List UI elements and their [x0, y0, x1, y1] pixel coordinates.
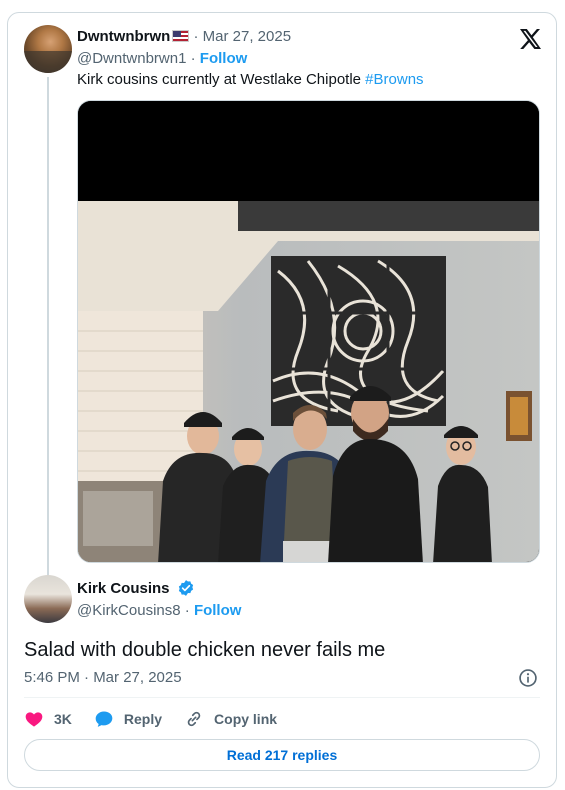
main-tweet-text: Salad with double chicken never fails me: [24, 639, 386, 661]
read-replies-label: Read 217 replies: [226, 747, 338, 763]
quoted-tweet-date[interactable]: · Mar 27, 2025: [194, 28, 292, 45]
verified-badge-icon: [178, 580, 193, 596]
tweet-actions-bar: 3K Reply Copy link: [24, 707, 299, 731]
main-user-avatar[interactable]: [24, 575, 72, 623]
actions-divider: [24, 697, 540, 698]
main-follow-link[interactable]: Follow: [194, 602, 242, 619]
like-button[interactable]: 3K: [24, 709, 72, 729]
separator-dot: ·: [184, 602, 190, 619]
reply-button[interactable]: Reply: [94, 709, 162, 729]
copy-link-label: Copy link: [214, 711, 278, 727]
thread-connector-line: [47, 77, 49, 577]
read-replies-button[interactable]: Read 217 replies: [24, 739, 540, 771]
copy-link-button[interactable]: Copy link: [184, 709, 277, 729]
main-name-row: Kirk Cousins: [77, 579, 195, 599]
quoted-tweet-text: Kirk cousins currently at Westlake Chipo…: [77, 70, 424, 90]
embedded-tweet-card: Dwntwnbrwn · Mar 27, 2025 @Dwntwnbrwn1 ·…: [7, 12, 557, 788]
quoted-user-avatar[interactable]: [24, 25, 72, 73]
main-display-name[interactable]: Kirk Cousins: [77, 580, 170, 597]
hashtag-link[interactable]: #Browns: [365, 71, 423, 88]
quoted-handle[interactable]: @Dwntwnbrwn1: [77, 50, 186, 67]
info-icon[interactable]: [518, 668, 538, 688]
heart-icon: [25, 712, 43, 727]
quoted-tweet-header: Dwntwnbrwn · Mar 27, 2025: [77, 27, 291, 47]
tweet-photo[interactable]: [77, 100, 540, 563]
us-flag-icon: [172, 30, 190, 42]
x-logo-icon[interactable]: [518, 27, 542, 51]
separator-dot: ·: [190, 50, 196, 67]
photo-image: [78, 101, 539, 562]
link-icon: [187, 711, 201, 727]
main-tweet-timestamp[interactable]: 5:46 PM · Mar 27, 2025: [24, 668, 182, 688]
reply-bubble-icon: [95, 711, 113, 727]
main-handle-row: @KirkCousins8 · Follow: [77, 601, 241, 621]
quoted-follow-link[interactable]: Follow: [200, 50, 248, 67]
reply-label: Reply: [123, 711, 163, 727]
quoted-handle-row: @Dwntwnbrwn1 · Follow: [77, 49, 247, 69]
quoted-display-name[interactable]: Dwntwnbrwn: [77, 28, 170, 45]
main-handle[interactable]: @KirkCousins8: [77, 602, 181, 619]
like-count: 3K: [54, 711, 72, 727]
quoted-text-body: Kirk cousins currently at Westlake Chipo…: [77, 71, 366, 88]
